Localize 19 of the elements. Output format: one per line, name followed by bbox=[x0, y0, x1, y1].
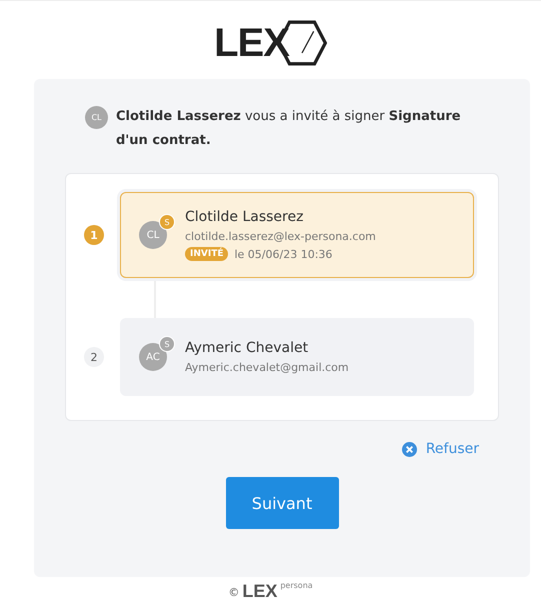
signer-name: Aymeric Chevalet bbox=[185, 340, 310, 356]
footer-brand: LEX bbox=[242, 581, 278, 599]
role-badge: S bbox=[159, 214, 175, 230]
role-badge: S bbox=[159, 336, 175, 352]
next-button[interactable]: Suivant bbox=[226, 477, 338, 529]
signer-card[interactable]: CL S Clotilde Lasserez clotilde.lasserez@lex-persona.com INVITÉ le 05/06/23 10:36 bbox=[120, 192, 474, 278]
invitation-message: Clotilde Lasserez vous a invité à signer Signature d'un contrat. bbox=[116, 108, 462, 150]
status-badge: INVITÉ bbox=[185, 247, 228, 261]
footer-brand-suffix: persona bbox=[280, 581, 313, 590]
signer-name: Clotilde Lasserez bbox=[185, 209, 304, 225]
avatar: CL bbox=[85, 106, 108, 129]
status-date: le 05/06/23 10:36 bbox=[234, 248, 332, 260]
signer-email: clotilde.lasserez@lex-persona.com bbox=[185, 230, 376, 243]
close-icon bbox=[402, 442, 417, 456]
copyright-symbol: © bbox=[228, 586, 240, 599]
signer-card[interactable]: AC S Aymeric Chevalet Aymeric.chevalet@gmail.com bbox=[120, 318, 474, 396]
step-number: 1 bbox=[84, 225, 104, 245]
step-number: 2 bbox=[84, 347, 104, 367]
signer-email: Aymeric.chevalet@gmail.com bbox=[185, 361, 349, 374]
